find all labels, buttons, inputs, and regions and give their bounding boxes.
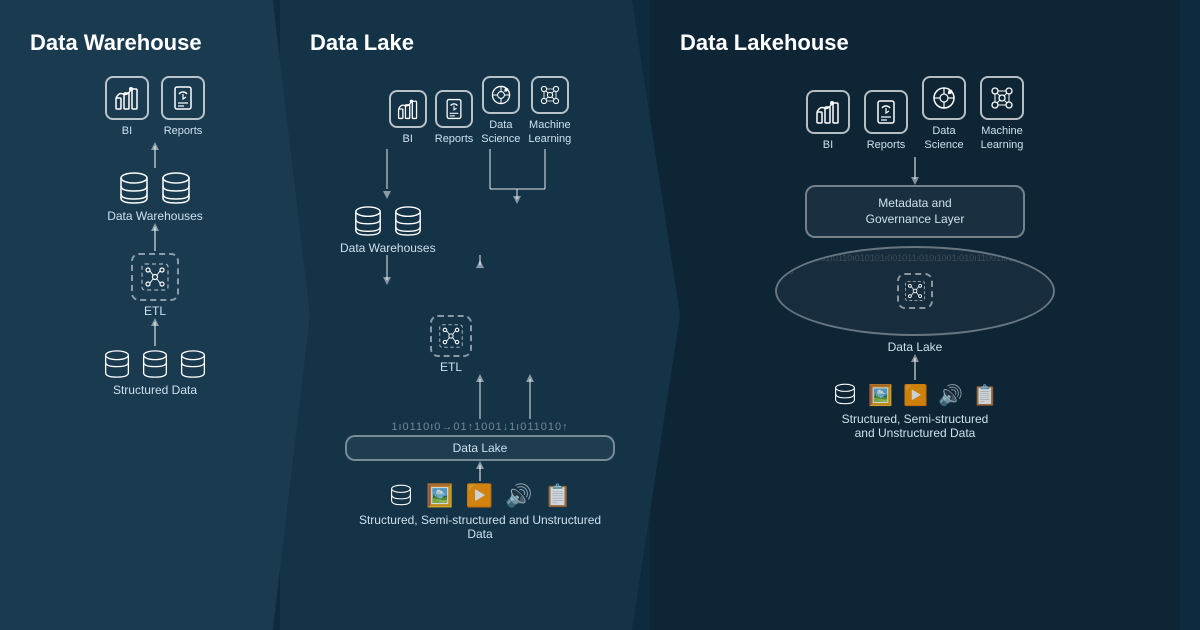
lh-datascience-item: DataScience (922, 76, 966, 153)
lake-ml-icon (531, 76, 569, 114)
lh-arrow1 (905, 157, 925, 185)
lh-reports-icon (864, 90, 908, 134)
warehouse-reports-item: Reports (161, 76, 205, 138)
lake-datascience-item: DataScience (481, 76, 520, 147)
lake-bi-label: BI (403, 132, 413, 146)
lh-datascience-label: DataScience (924, 124, 963, 153)
lake-etl-arrows (330, 255, 630, 315)
lh-lake-label: Data Lake (775, 340, 1055, 354)
lake-dl-arrows (330, 374, 630, 419)
warehouse-etl-label: ETL (144, 304, 166, 318)
lake-binary: 1ı0110ı0→01↑1001↓1ı011010↑ (345, 421, 615, 433)
warehouse-etl-icon (131, 253, 179, 301)
lake-db-1 (353, 204, 383, 238)
arrow-to-dw (145, 223, 165, 253)
lake-diagram: BI Reports (300, 76, 660, 541)
source-doc-icon: 📋 (544, 483, 571, 509)
warehouse-diagram: BI Reports (20, 76, 290, 397)
warehouse-top-icons: BI Reports (105, 76, 205, 138)
lake-datascience-label: DataScience (481, 118, 520, 147)
lake-bi-item: BI (389, 90, 427, 146)
lake-reports-label: Reports (435, 132, 474, 146)
lake-db-2 (393, 204, 423, 238)
lake-source-icons: 🖼️ ▶️ 🔊 📋 (388, 483, 572, 509)
lake-etl-icon (430, 315, 472, 357)
lake-dw-area: Data Warehouses (340, 204, 620, 255)
source-db-icon (388, 483, 414, 509)
warehouse-bi-icon (105, 76, 149, 120)
lh-source-image: 🖼️ (868, 383, 893, 408)
lake-box: Data Lake (345, 435, 615, 461)
db-icon-1 (118, 170, 150, 206)
lakehouse-panel: Data Lakehouse BI (650, 0, 1180, 630)
warehouse-structured-row (103, 348, 207, 380)
source-audio-icon: 🔊 (505, 483, 532, 509)
lh-lake-area: 1ı011ı01001ı0110ı010101ı001011ı010ı1001ı… (775, 246, 1055, 354)
warehouse-structured-label: Structured Data (113, 383, 197, 397)
lake-ml-item: MachineLearning (528, 76, 571, 147)
lake-top-icons: BI Reports (389, 76, 572, 147)
lakehouse-title: Data Lakehouse (670, 30, 849, 56)
lh-etl-inside (897, 273, 933, 309)
structured-db-1 (103, 348, 131, 380)
lake-etl-label: ETL (440, 360, 462, 374)
lh-source-audio: 🔊 (938, 383, 963, 408)
lake-title: Data Lake (300, 30, 414, 56)
lh-datascience-icon (922, 76, 966, 120)
lake-dw-col: Data Warehouses (340, 204, 436, 255)
lake-source-label: Structured, Semi-structured and Unstruct… (350, 513, 610, 541)
lh-ml-label: MachineLearning (981, 124, 1024, 153)
structured-db-2 (141, 348, 169, 380)
lh-ml-item: MachineLearning (980, 76, 1024, 153)
warehouse-reports-icon (161, 76, 205, 120)
lh-top-icons: BI Reports (806, 76, 1024, 153)
warehouse-bi-label: BI (122, 124, 132, 138)
metadata-label: Metadata andGovernance Layer (823, 195, 1007, 229)
lh-bi-item: BI (806, 90, 850, 152)
lake-wavy-area: 1ı0110ı0→01↑1001↓1ı011010↑ Data Lake (345, 419, 615, 461)
lh-reports-item: Reports (864, 90, 908, 152)
arrow-to-icons-wh (145, 142, 165, 170)
lakehouse-diagram: BI Reports (670, 76, 1160, 440)
warehouse-title: Data Warehouse (20, 30, 202, 56)
lh-ml-icon (980, 76, 1024, 120)
lake-reports-icon (435, 90, 473, 128)
lh-source-db (832, 382, 858, 408)
warehouse-dw-label: Data Warehouses (107, 209, 203, 223)
lake-db-row (353, 204, 423, 238)
lh-reports-label: Reports (867, 138, 906, 152)
warehouse-etl-box: ETL (131, 253, 179, 318)
structured-db-3 (179, 348, 207, 380)
lh-source-doc: 📋 (973, 383, 998, 408)
lake-panel: Data Lake BI (280, 0, 680, 630)
lake-bi-icon (389, 90, 427, 128)
lake-reports-item: Reports (435, 90, 474, 146)
source-image-icon: 🖼️ (426, 483, 453, 509)
warehouse-reports-label: Reports (164, 124, 203, 138)
lake-branch-arrows (330, 149, 630, 204)
lh-etl-icon (897, 273, 933, 309)
lake-ml-label: MachineLearning (528, 118, 571, 147)
lh-source-icons: 🖼️ ▶️ 🔊 📋 (832, 382, 998, 408)
lh-bi-icon (806, 90, 850, 134)
lh-source-label: Structured, Semi-structured and Unstruct… (842, 412, 989, 440)
lake-dw-label: Data Warehouses (340, 241, 436, 255)
lh-source-video: ▶️ (903, 383, 928, 408)
warehouse-bi-item: BI (105, 76, 149, 138)
warehouse-panel: Data Warehouse BI (0, 0, 310, 630)
lh-arrow2 (905, 354, 925, 382)
lh-lake-oval: 1ı011ı01001ı0110ı010101ı001011ı010ı1001ı… (775, 246, 1055, 336)
metadata-box: Metadata andGovernance Layer (805, 185, 1025, 239)
warehouse-db-row (118, 170, 192, 206)
lake-datascience-icon (482, 76, 520, 114)
arrow-to-dl (470, 461, 490, 483)
db-icon-2 (160, 170, 192, 206)
arrow-to-etl-wh (145, 318, 165, 348)
lake-etl-area: ETL (340, 315, 620, 374)
lake-etl-box: ETL (430, 315, 472, 374)
source-video-icon: ▶️ (466, 483, 493, 509)
lh-bi-label: BI (823, 138, 833, 152)
